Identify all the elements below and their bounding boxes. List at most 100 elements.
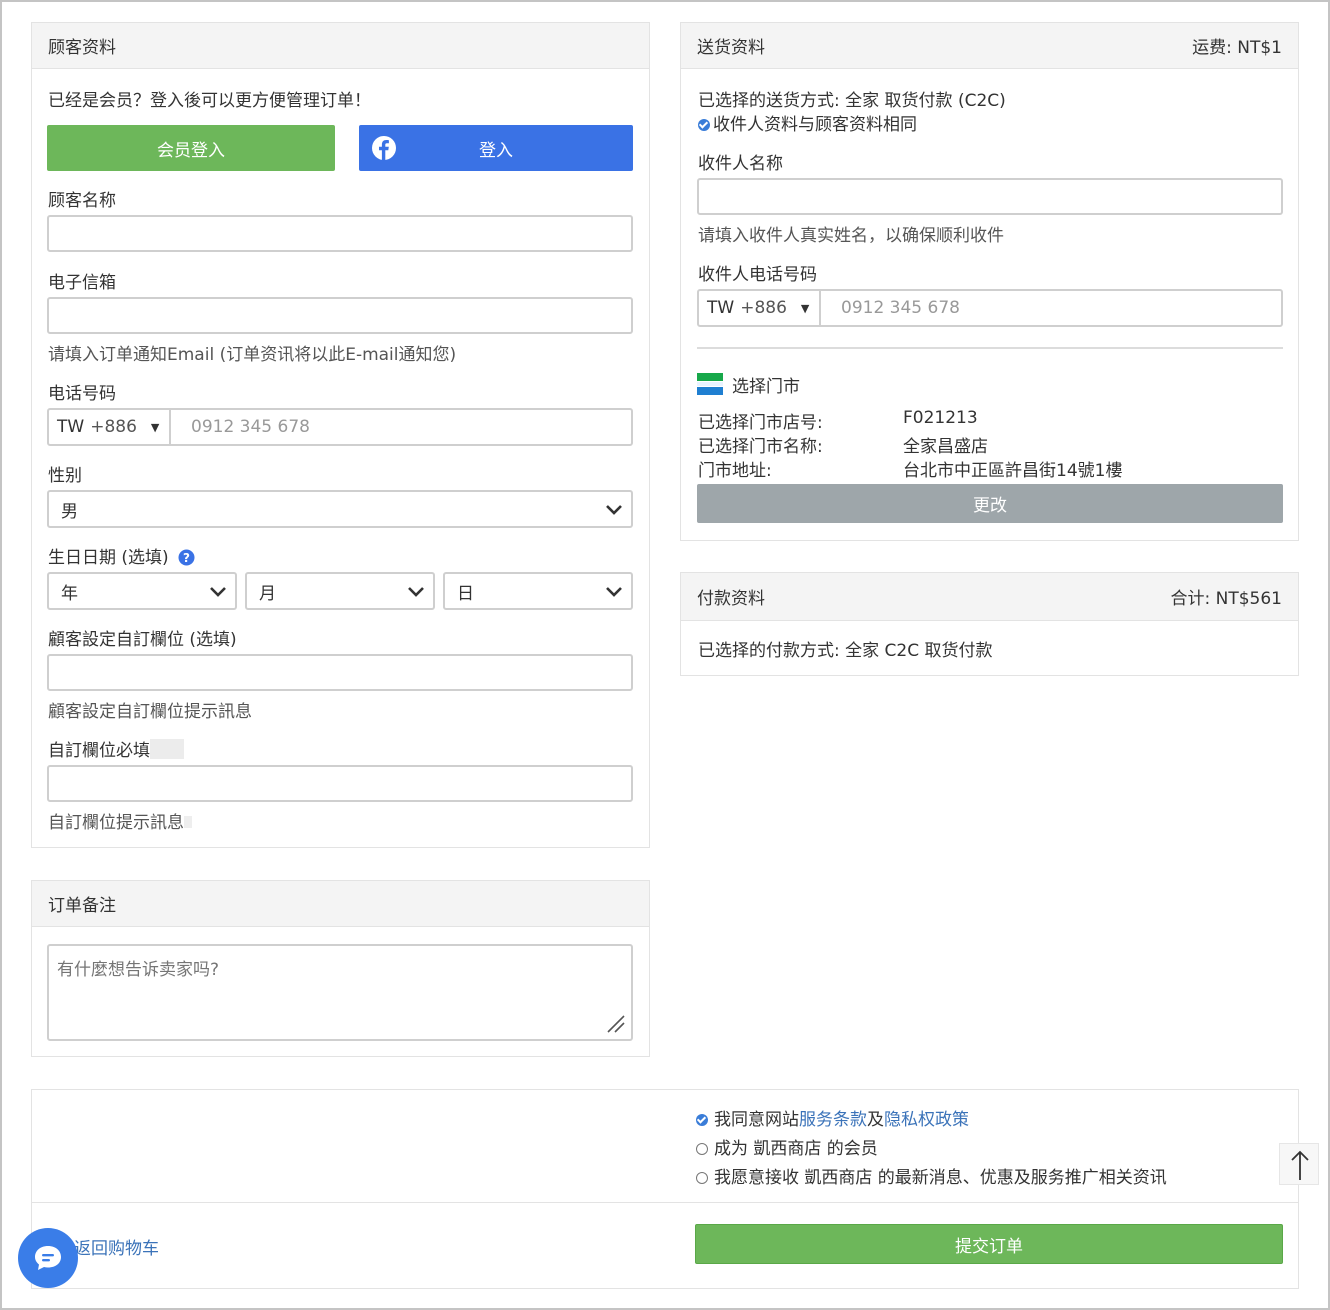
checkbox-unchecked-icon[interactable] [696, 1172, 708, 1184]
birth-month-select[interactable]: 月 [245, 572, 435, 610]
payment-total: 合计: NT$561 [1170, 589, 1283, 609]
custom-field-1-input[interactable] [47, 654, 633, 691]
recipient-phone-label: 收件人电话号码 [698, 265, 817, 285]
customer-panel-header: 顾客资料 [32, 23, 649, 69]
recipient-name-label: 收件人名称 [698, 154, 783, 174]
recipient-phone-country: TW [707, 298, 735, 318]
chevron-down-icon [606, 587, 622, 597]
blurred-marker [150, 739, 184, 759]
privacy-link[interactable]: 隐私权政策 [884, 1110, 969, 1130]
payment-method: 已选择的付款方式: 全家 C2C 取货付款 [698, 641, 993, 661]
custom-field-1-hint: 顧客設定自訂欄位提示訊息 [48, 702, 252, 722]
recipient-phone-input[interactable] [821, 290, 1281, 326]
newsletter-label: 我愿意接收 凱西商店 的最新消息、优惠及服务推广相关资讯 [714, 1168, 1167, 1188]
store-address-key: 门市地址: [698, 461, 772, 481]
back-to-cart-link[interactable]: 返回购物车 [74, 1234, 159, 1259]
delivery-divider [697, 347, 1283, 349]
footer-divider [31, 1202, 1299, 1203]
chevron-down-icon [606, 505, 622, 515]
phone-field: TW +886 ▼ [47, 408, 633, 446]
recipient-phone-country-select[interactable]: TW +886 ▼ [699, 291, 821, 325]
order-note-textarea[interactable] [47, 944, 633, 1041]
caret-down-icon: ▼ [150, 420, 160, 434]
order-note-header: 订单备注 [32, 881, 649, 927]
facebook-login-label: 登入 [479, 140, 513, 161]
email-label: 电子信箱 [48, 273, 116, 293]
blurred-marker [184, 816, 192, 828]
become-member-checkbox[interactable]: 成为 凱西商店 的会员 [696, 1134, 878, 1159]
phone-country-select[interactable]: TW +886 ▼ [49, 410, 171, 444]
chevron-down-icon [210, 587, 226, 597]
phone-input[interactable] [171, 409, 631, 445]
store-number-key: 已选择门市店号: [698, 413, 823, 433]
agree-terms-checkbox[interactable]: 我同意网站服务条款及隐私权政策 [696, 1105, 969, 1130]
checkbox-checked-icon[interactable] [698, 119, 710, 131]
delivery-panel-header: 送货资料 运费: NT$1 [681, 23, 1298, 69]
phone-country-code: +886 [90, 417, 137, 437]
customer-panel-title: 顾客资料 [48, 38, 116, 58]
phone-label: 电话号码 [48, 384, 116, 404]
birth-day-select[interactable]: 日 [443, 572, 633, 610]
birth-year-select[interactable]: 年 [47, 572, 237, 610]
checkbox-checked-icon[interactable] [696, 1114, 708, 1126]
delivery-panel-title: 送货资料 [697, 38, 765, 58]
member-login-label: 会员登入 [157, 140, 225, 161]
change-store-button[interactable]: 更改 [697, 484, 1283, 523]
custom-field-1-label: 顧客設定自訂欄位 (选填) [48, 630, 237, 650]
gender-select[interactable]: 男 [47, 490, 633, 528]
delivery-fee: 运费: NT$1 [1192, 38, 1282, 58]
payment-panel-title: 付款资料 [697, 589, 765, 609]
submit-order-label: 提交订单 [955, 1236, 1023, 1257]
store-name-value: 全家昌盛店 [903, 437, 988, 457]
customer-name-input[interactable] [47, 215, 633, 252]
email-input[interactable] [47, 297, 633, 334]
recipient-phone-country-code: +886 [740, 298, 787, 318]
custom-field-2-hint: 自訂欄位提示訊息 [48, 808, 192, 833]
help-icon[interactable]: ? [178, 549, 195, 566]
custom-field-2-input[interactable] [47, 765, 633, 802]
facebook-login-button[interactable]: 登入 [359, 125, 633, 171]
facebook-icon [372, 136, 396, 160]
terms-link[interactable]: 服务条款 [799, 1110, 867, 1130]
customer-name-label: 顾客名称 [48, 191, 116, 211]
arrow-up-icon [1291, 1150, 1309, 1180]
change-store-label: 更改 [973, 496, 1007, 516]
recipient-name-hint: 请填入收件人真实姓名，以确保顺利收件 [698, 226, 1004, 246]
gender-label: 性别 [48, 466, 82, 486]
member-login-button[interactable]: 会员登入 [47, 125, 335, 171]
birth-month-value: 月 [259, 583, 276, 604]
birthday-label-text: 生日日期 (选填) [48, 548, 169, 568]
order-note-title: 订单备注 [48, 896, 116, 916]
birth-year-value: 年 [61, 583, 78, 604]
select-store-link[interactable]: 选择门市 [732, 372, 800, 397]
chat-icon [35, 1246, 61, 1270]
familymart-logo-icon [697, 373, 723, 395]
email-hint: 请填入订单通知Email (订单资讯将以此E-mail通知您) [48, 345, 457, 365]
newsletter-checkbox[interactable]: 我愿意接收 凱西商店 的最新消息、优惠及服务推广相关资讯 [696, 1163, 1167, 1188]
submit-order-button[interactable]: 提交订单 [695, 1224, 1283, 1264]
recipient-name-input[interactable] [697, 178, 1283, 215]
phone-country: TW [57, 417, 85, 437]
caret-down-icon: ▼ [800, 301, 810, 315]
delivery-method: 已选择的送货方式: 全家 取货付款 (C2C) [698, 91, 1006, 111]
custom-field-2-label: 自訂欄位必填 [48, 736, 184, 761]
custom-field-2-label-text: 自訂欄位必填 [48, 741, 150, 761]
member-prompt: 已经是会员？登入後可以更方便管理订单！ [48, 91, 371, 111]
birth-day-value: 日 [457, 583, 474, 604]
become-member-label: 成为 凱西商店 的会员 [714, 1139, 878, 1159]
store-number-value: F021213 [903, 408, 978, 428]
birthday-label: 生日日期 (选填) ? [48, 543, 195, 568]
same-as-customer-checkbox[interactable]: 收件人资料与顾客资料相同 [698, 110, 917, 135]
scroll-top-button[interactable] [1279, 1143, 1319, 1185]
resize-handle-icon[interactable] [604, 1012, 626, 1034]
checkbox-unchecked-icon[interactable] [696, 1143, 708, 1155]
agree-and: 及 [867, 1110, 884, 1130]
store-address-value: 台北市中正區許昌街14號1樓 [903, 461, 1123, 481]
agree-prefix: 我同意网站 [714, 1110, 799, 1130]
chevron-down-icon [408, 587, 424, 597]
payment-panel-header: 付款资料 合计: NT$561 [681, 573, 1298, 621]
chat-button[interactable] [18, 1228, 78, 1288]
gender-value: 男 [61, 501, 78, 522]
recipient-phone-field: TW +886 ▼ [697, 289, 1283, 327]
svg-text:?: ? [183, 551, 190, 565]
